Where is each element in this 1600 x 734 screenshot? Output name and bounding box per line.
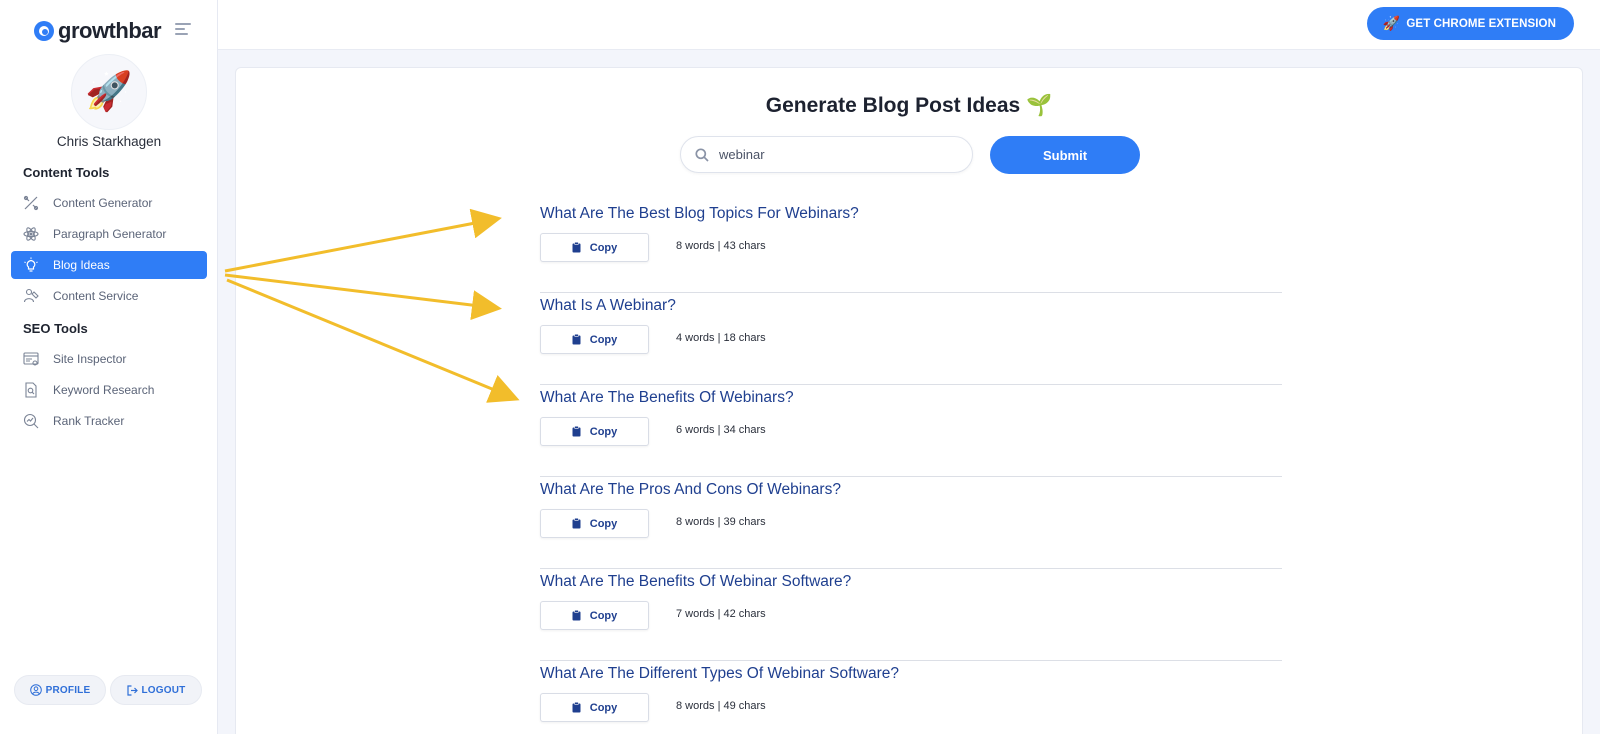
- copy-label: Copy: [589, 517, 618, 530]
- copy-button[interactable]: Copy: [540, 325, 649, 354]
- section-title-content-tools: Content Tools: [23, 165, 110, 180]
- copy-button[interactable]: Copy: [540, 509, 649, 538]
- result-item: What Are The Pros And Cons Of Webinars? C…: [540, 477, 1282, 569]
- result-item: What Are The Benefits Of Webinars? Copy 6 …: [540, 385, 1282, 477]
- sidebar-item-label: Content Generator: [53, 196, 153, 210]
- result-meta: 7 words | 42 chars: [676, 608, 766, 620]
- result-title[interactable]: What Are The Benefits Of Webinar Softwar…: [540, 573, 851, 591]
- result-meta: 4 words | 18 chars: [676, 332, 766, 344]
- result-title[interactable]: What Are The Benefits Of Webinars?: [540, 389, 794, 407]
- profile-label: PROFILE: [45, 684, 91, 696]
- search-input[interactable]: [719, 147, 939, 162]
- get-chrome-extension-button[interactable]: 🚀 GET CHROME EXTENSION: [1366, 7, 1574, 40]
- copy-button[interactable]: Copy: [540, 693, 649, 722]
- user-name: Chris Starkhagen: [56, 134, 162, 149]
- search-box[interactable]: [680, 136, 973, 173]
- growthbar-logo-icon: [34, 21, 54, 41]
- result-item: What Are The Benefits Of Webinar Softwar…: [540, 569, 1282, 661]
- copy-label: Copy: [589, 333, 618, 346]
- logout-label: LOGOUT: [141, 684, 186, 696]
- copy-button[interactable]: Copy: [540, 601, 649, 630]
- sidebar-item-label: Keyword Research: [53, 383, 155, 397]
- avatar: 🚀: [71, 54, 147, 130]
- result-meta: 8 words | 49 chars: [676, 700, 766, 712]
- copy-label: Copy: [589, 701, 618, 714]
- topbar: 🚀 GET CHROME EXTENSION: [218, 0, 1600, 50]
- result-item: What Are The Different Types Of Webinar …: [540, 661, 1282, 734]
- browser-icon: [23, 351, 39, 367]
- clipboard-icon: [572, 610, 581, 621]
- seedling-icon: 🌱: [1026, 94, 1053, 117]
- user-circle-icon: [29, 684, 42, 696]
- sidebar-item-label: Blog Ideas: [53, 258, 110, 272]
- atom-icon: [23, 226, 39, 242]
- page-title: Generate Blog Post Ideas 🌱: [236, 94, 1582, 118]
- logo[interactable]: growthbar: [34, 18, 162, 44]
- sidebar-item-blog-ideas[interactable]: Blog Ideas: [11, 251, 207, 279]
- clipboard-icon: [572, 334, 581, 345]
- submit-button[interactable]: Submit: [990, 136, 1140, 174]
- copy-button[interactable]: Copy: [540, 233, 649, 262]
- section-title-seo-tools: SEO Tools: [23, 321, 88, 336]
- result-item: What Is A Webinar? Copy 4 words | 18 chars: [540, 293, 1282, 385]
- logo-text: growthbar: [58, 18, 162, 43]
- sidebar: growthbar 🚀 Chris Starkhagen Content Too…: [0, 0, 218, 734]
- sidebar-item-content-generator[interactable]: Content Generator: [11, 189, 207, 217]
- logout-icon: [126, 684, 138, 696]
- clipboard-icon: [572, 702, 581, 713]
- main-card: Generate Blog Post Ideas 🌱 Submit What A…: [235, 67, 1583, 734]
- clipboard-icon: [572, 518, 581, 529]
- results-list: What Are The Best Blog Topics For Webina…: [540, 201, 1282, 734]
- sidebar-item-label: Content Service: [53, 289, 139, 303]
- clipboard-icon: [572, 426, 581, 437]
- rocket-icon: 🚀: [1382, 15, 1401, 31]
- menu-toggle-icon[interactable]: [175, 23, 191, 37]
- sidebar-item-site-inspector[interactable]: Site Inspector: [11, 345, 207, 373]
- sidebar-item-paragraph-generator[interactable]: Paragraph Generator: [11, 220, 207, 248]
- magnify-chart-icon: [23, 413, 39, 429]
- chrome-button-label: GET CHROME EXTENSION: [1406, 17, 1556, 30]
- result-item: What Are The Best Blog Topics For Webina…: [540, 201, 1282, 293]
- sidebar-item-content-service[interactable]: Content Service: [11, 282, 207, 310]
- profile-button[interactable]: PROFILE: [14, 675, 106, 705]
- search-icon: [695, 147, 709, 162]
- result-title[interactable]: What Are The Different Types Of Webinar …: [540, 665, 899, 683]
- logout-button[interactable]: LOGOUT: [110, 675, 202, 705]
- sidebar-item-label: Rank Tracker: [53, 414, 125, 428]
- sidebar-item-label: Paragraph Generator: [53, 227, 167, 241]
- result-meta: 8 words | 43 chars: [676, 240, 766, 252]
- writer-icon: [23, 288, 39, 304]
- clipboard-icon: [572, 242, 581, 253]
- lightbulb-icon: [23, 257, 39, 273]
- copy-button[interactable]: Copy: [540, 417, 649, 446]
- copy-label: Copy: [589, 425, 618, 438]
- result-title[interactable]: What Are The Pros And Cons Of Webinars?: [540, 481, 841, 499]
- result-title[interactable]: What Is A Webinar?: [540, 297, 676, 315]
- sidebar-item-label: Site Inspector: [53, 352, 127, 366]
- result-title[interactable]: What Are The Best Blog Topics For Webina…: [540, 205, 859, 223]
- result-meta: 6 words | 34 chars: [676, 424, 766, 436]
- copy-label: Copy: [589, 241, 618, 254]
- result-meta: 8 words | 39 chars: [676, 516, 766, 528]
- sidebar-item-keyword-research[interactable]: Keyword Research: [11, 376, 207, 404]
- document-search-icon: [23, 382, 39, 398]
- sidebar-item-rank-tracker[interactable]: Rank Tracker: [11, 407, 207, 435]
- tools-icon: [23, 195, 39, 211]
- copy-label: Copy: [589, 609, 618, 622]
- page-title-text: Generate Blog Post Ideas: [765, 94, 1021, 117]
